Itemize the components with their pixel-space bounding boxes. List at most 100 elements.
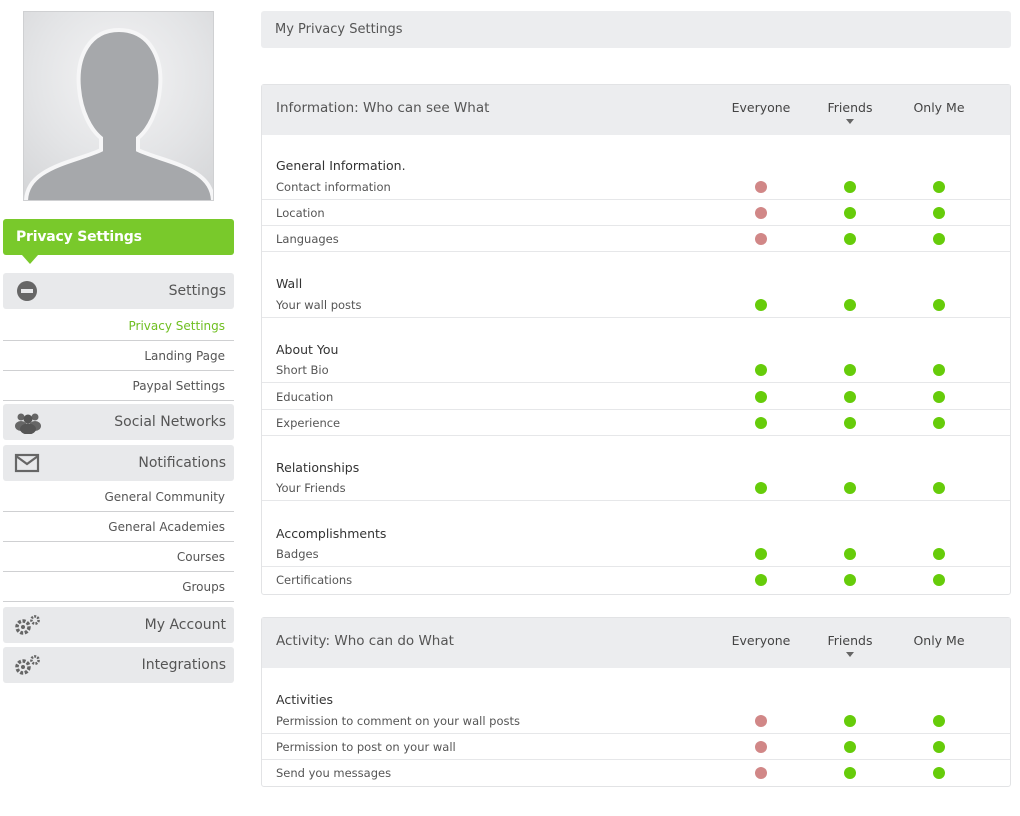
friends-toggle[interactable]: [844, 233, 856, 245]
privacy-row: Education: [262, 384, 1010, 410]
column-friends[interactable]: Friends: [810, 633, 890, 657]
row-label: Your wall posts: [276, 298, 362, 312]
privacy-row: Permission to comment on your wall posts: [262, 708, 1010, 734]
everyone-toggle[interactable]: [755, 574, 767, 586]
information-panel-header: Information: Who can see What Everyone F…: [262, 85, 1010, 135]
row-label: Certifications: [276, 573, 353, 587]
only-me-toggle[interactable]: [933, 417, 945, 429]
section-title: Relationships: [276, 460, 360, 475]
column-friends-label: Friends: [827, 100, 873, 115]
everyone-toggle[interactable]: [755, 767, 767, 779]
menu-notifications-label: Notifications: [138, 455, 226, 471]
row-label: Permission to post on your wall: [276, 740, 456, 754]
submenu-general-community[interactable]: General Community: [3, 482, 234, 512]
everyone-toggle[interactable]: [755, 417, 767, 429]
section-title: Activities: [276, 692, 334, 707]
privacy-settings-tab[interactable]: Privacy Settings: [3, 219, 234, 264]
menu-notifications[interactable]: Notifications: [3, 445, 234, 481]
section-title: About You: [276, 342, 339, 357]
information-panel: Information: Who can see What Everyone F…: [261, 84, 1011, 595]
column-friends[interactable]: Friends: [810, 100, 890, 124]
privacy-row: Languages: [262, 226, 1010, 252]
friends-toggle[interactable]: [844, 364, 856, 376]
only-me-toggle[interactable]: [933, 364, 945, 376]
privacy-row: Badges: [262, 541, 1010, 567]
privacy-row: Contact information: [262, 174, 1010, 200]
activity-panel: Activity: Who can do What Everyone Frien…: [261, 617, 1011, 787]
only-me-toggle[interactable]: [933, 482, 945, 494]
everyone-toggle[interactable]: [755, 548, 767, 560]
friends-toggle[interactable]: [844, 767, 856, 779]
column-only-me[interactable]: Only Me: [899, 633, 979, 648]
only-me-toggle[interactable]: [933, 548, 945, 560]
everyone-toggle[interactable]: [755, 299, 767, 311]
everyone-toggle[interactable]: [755, 364, 767, 376]
envelope-icon: [12, 451, 44, 475]
only-me-toggle[interactable]: [933, 741, 945, 753]
submenu-courses[interactable]: Courses: [3, 542, 234, 572]
friends-toggle[interactable]: [844, 574, 856, 586]
everyone-toggle[interactable]: [755, 715, 767, 727]
privacy-row: Send you messages: [262, 760, 1010, 786]
friends-toggle[interactable]: [844, 207, 856, 219]
row-label: Send you messages: [276, 766, 392, 780]
row-label: Badges: [276, 547, 319, 561]
everyone-toggle[interactable]: [755, 741, 767, 753]
row-label: Your Friends: [276, 481, 346, 495]
friends-toggle[interactable]: [844, 417, 856, 429]
friends-toggle[interactable]: [844, 299, 856, 311]
menu-settings[interactable]: Settings: [3, 273, 234, 309]
only-me-toggle[interactable]: [933, 233, 945, 245]
page-title: My Privacy Settings: [261, 11, 1011, 48]
friends-toggle[interactable]: [844, 741, 856, 753]
submenu-groups[interactable]: Groups: [3, 572, 234, 602]
row-label: Languages: [276, 232, 339, 246]
only-me-toggle[interactable]: [933, 574, 945, 586]
everyone-toggle[interactable]: [755, 391, 767, 403]
privacy-row: Permission to post on your wall: [262, 734, 1010, 760]
submenu-general-academies[interactable]: General Academies: [3, 512, 234, 542]
everyone-toggle[interactable]: [755, 207, 767, 219]
friends-toggle[interactable]: [844, 715, 856, 727]
column-friends-label: Friends: [827, 633, 873, 648]
menu-integrations[interactable]: Integrations: [3, 647, 234, 683]
submenu-paypal-settings[interactable]: Paypal Settings: [3, 371, 234, 401]
privacy-row: Location: [262, 200, 1010, 226]
privacy-row: Experience: [262, 410, 1010, 436]
friends-toggle[interactable]: [844, 548, 856, 560]
everyone-toggle[interactable]: [755, 233, 767, 245]
menu-integrations-label: Integrations: [141, 657, 226, 673]
profile-avatar[interactable]: [23, 11, 214, 201]
silhouette-image: [24, 27, 213, 200]
only-me-toggle[interactable]: [933, 207, 945, 219]
section-title: Accomplishments: [276, 526, 387, 541]
row-label: Contact information: [276, 180, 391, 194]
column-everyone[interactable]: Everyone: [721, 633, 801, 648]
menu-settings-label: Settings: [168, 283, 226, 299]
everyone-toggle[interactable]: [755, 181, 767, 193]
friends-toggle[interactable]: [844, 482, 856, 494]
everyone-toggle[interactable]: [755, 482, 767, 494]
only-me-toggle[interactable]: [933, 767, 945, 779]
information-panel-title: Information: Who can see What: [276, 100, 490, 116]
submenu-landing-page[interactable]: Landing Page: [3, 341, 234, 371]
gears-icon: [12, 613, 44, 637]
row-label: Education: [276, 390, 334, 404]
submenu-privacy-settings[interactable]: Privacy Settings: [3, 311, 234, 341]
only-me-toggle[interactable]: [933, 299, 945, 311]
menu-social-networks[interactable]: Social Networks: [3, 404, 234, 440]
activity-panel-title: Activity: Who can do What: [276, 633, 454, 649]
only-me-toggle[interactable]: [933, 391, 945, 403]
column-everyone[interactable]: Everyone: [721, 100, 801, 115]
only-me-toggle[interactable]: [933, 181, 945, 193]
only-me-toggle[interactable]: [933, 715, 945, 727]
users-icon: [12, 410, 44, 435]
friends-toggle[interactable]: [844, 181, 856, 193]
friends-toggle[interactable]: [844, 391, 856, 403]
activity-panel-header: Activity: Who can do What Everyone Frien…: [262, 618, 1010, 668]
gears-icon: [12, 653, 44, 677]
section-title: Wall: [276, 276, 303, 291]
column-only-me[interactable]: Only Me: [899, 100, 979, 115]
menu-my-account[interactable]: My Account: [3, 607, 234, 643]
privacy-row: Your wall posts: [262, 292, 1010, 318]
